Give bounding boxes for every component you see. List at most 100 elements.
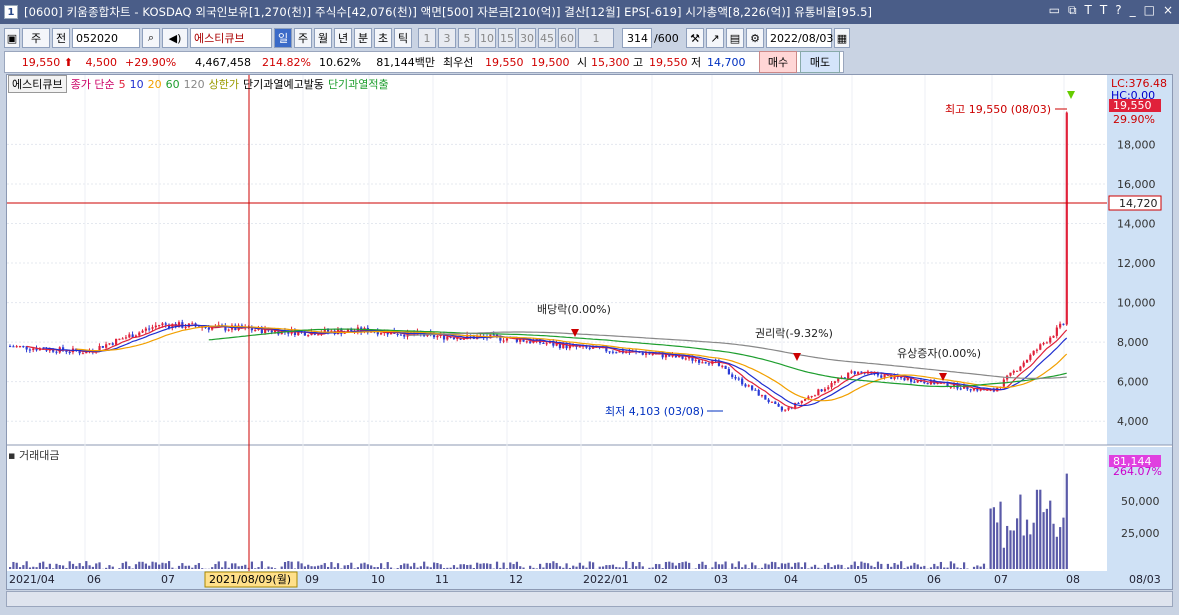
- save-icon[interactable]: ▤: [726, 28, 744, 48]
- legend-ma5: 5: [118, 77, 126, 91]
- sell-button[interactable]: 매도: [800, 51, 840, 73]
- volume-bar: [568, 567, 572, 569]
- volume-bar: [873, 567, 876, 569]
- period-week[interactable]: 주: [294, 28, 312, 48]
- cross-price-tag: 14,720: [1119, 197, 1158, 210]
- mode-button[interactable]: 전: [52, 28, 70, 48]
- candle-body: [505, 338, 509, 341]
- settings-icon[interactable]: ⚙: [746, 28, 764, 48]
- period-day[interactable]: 일: [274, 28, 292, 48]
- volume-bar: [403, 563, 406, 569]
- volume-bar: [1039, 489, 1042, 569]
- help-icon[interactable]: ?: [1115, 3, 1121, 18]
- volume-bar: [519, 566, 522, 569]
- layout-icon[interactable]: ▭: [1049, 3, 1060, 18]
- candle-body: [128, 334, 131, 338]
- interval-1[interactable]: 1: [418, 28, 436, 48]
- volume-bar: [853, 561, 856, 569]
- tools-icon[interactable]: ⚒: [686, 28, 704, 48]
- interval-15[interactable]: 15: [498, 28, 516, 48]
- candle-body: [857, 371, 860, 374]
- price-bar: 19,550 ⬆ 4,500 +29.90% 4,467,458 214.82%…: [4, 51, 844, 73]
- candle-body: [522, 339, 525, 342]
- volume-bar: [949, 561, 952, 569]
- candle-body: [151, 327, 154, 329]
- candle-body: [254, 329, 257, 331]
- interval-45[interactable]: 45: [538, 28, 556, 48]
- low-annotation: 최저 4,103 (03/08): [605, 405, 704, 418]
- volume-bar: [698, 563, 701, 569]
- stock-name[interactable]: 에스티큐브: [190, 28, 272, 48]
- pin-icon[interactable]: T: [1085, 3, 1092, 18]
- volume-bar: [585, 567, 588, 569]
- period-year[interactable]: 년: [334, 28, 352, 48]
- interval-60[interactable]: 60: [558, 28, 576, 48]
- best-ask: 19,550: [485, 55, 524, 69]
- chart-legend: 에스티큐브 종가 단순 5 10 20 60 120 상한가 단기과열예고발동 …: [8, 75, 389, 93]
- candle-body: [1065, 112, 1068, 325]
- candle-body: [959, 388, 962, 390]
- volume-bar: [366, 564, 369, 569]
- search-icon[interactable]: ⌕: [142, 28, 160, 48]
- maximize-icon[interactable]: □: [1144, 3, 1155, 18]
- candle-body: [1022, 362, 1025, 367]
- interval-30[interactable]: 30: [518, 28, 536, 48]
- candle-body: [741, 378, 744, 385]
- candle-body: [645, 353, 648, 355]
- volume-bar: [592, 562, 595, 569]
- date-input[interactable]: 2022/08/03: [766, 28, 833, 48]
- date-tick-label: 10: [371, 573, 385, 586]
- chart-area[interactable]: 18,000 16,000 14,000 12,000 10,000 8,000 6,000…: [6, 74, 1173, 590]
- buy-button[interactable]: 매수: [759, 51, 797, 73]
- volume-bar: [913, 562, 916, 569]
- date-tick-label: 02: [654, 573, 668, 586]
- text-icon[interactable]: T: [1100, 3, 1107, 18]
- period-tick[interactable]: 틱: [394, 28, 412, 48]
- interval-10[interactable]: 10: [478, 28, 496, 48]
- period-type-select[interactable]: 주: [22, 28, 50, 48]
- volume-bar: [565, 563, 568, 569]
- interval-3[interactable]: 3: [438, 28, 456, 48]
- period-second[interactable]: 초: [374, 28, 392, 48]
- candle-body: [754, 389, 757, 391]
- period-minute[interactable]: 분: [354, 28, 372, 48]
- volume-bar: [353, 568, 356, 569]
- volume-bar: [144, 563, 148, 569]
- volume-bar: [1006, 525, 1009, 569]
- code-input[interactable]: 052020: [72, 28, 140, 48]
- count-input[interactable]: 314: [622, 28, 652, 48]
- candle-body: [144, 328, 148, 331]
- candle-body: [1039, 344, 1042, 350]
- interval-5[interactable]: 5: [458, 28, 476, 48]
- legend-warn1: 단기과열예고발동: [242, 78, 324, 91]
- candle-body: [860, 371, 863, 373]
- volume-bar: [469, 564, 472, 569]
- calendar-icon[interactable]: ▦: [834, 28, 850, 48]
- restore-layout-icon[interactable]: ⧉: [1068, 3, 1077, 18]
- close-icon[interactable]: ×: [1163, 3, 1173, 18]
- candle-body: [797, 402, 800, 404]
- volume-bar: [929, 567, 933, 569]
- volume-bar: [108, 565, 111, 569]
- interval-input[interactable]: 1: [578, 28, 614, 48]
- volume-bar: [780, 563, 784, 569]
- price-chart-svg[interactable]: 18,000 16,000 14,000 12,000 10,000 8,000 6,000…: [7, 75, 1172, 589]
- candle-body: [184, 327, 187, 329]
- volume-bar: [847, 567, 850, 569]
- minimize-icon[interactable]: _: [1130, 3, 1136, 18]
- volume-bar: [55, 563, 58, 569]
- candle-body: [760, 395, 764, 397]
- period-month[interactable]: 월: [314, 28, 332, 48]
- window-buttons: ▭ ⧉ T T ? _ □ ×: [1049, 3, 1173, 18]
- volume-bar: [270, 567, 273, 569]
- volume-bar: [529, 565, 532, 569]
- chart-type-icon[interactable]: ▣: [4, 28, 20, 48]
- chart-scrollbar[interactable]: [6, 591, 1173, 607]
- window-number: 1: [4, 5, 18, 19]
- volume-bar: [386, 562, 389, 569]
- sound-icon[interactable]: ◀): [162, 28, 188, 48]
- candle-body: [969, 389, 972, 391]
- candle-body: [853, 371, 856, 374]
- draw-icon[interactable]: ↗: [706, 28, 724, 48]
- volume-bar: [840, 564, 843, 569]
